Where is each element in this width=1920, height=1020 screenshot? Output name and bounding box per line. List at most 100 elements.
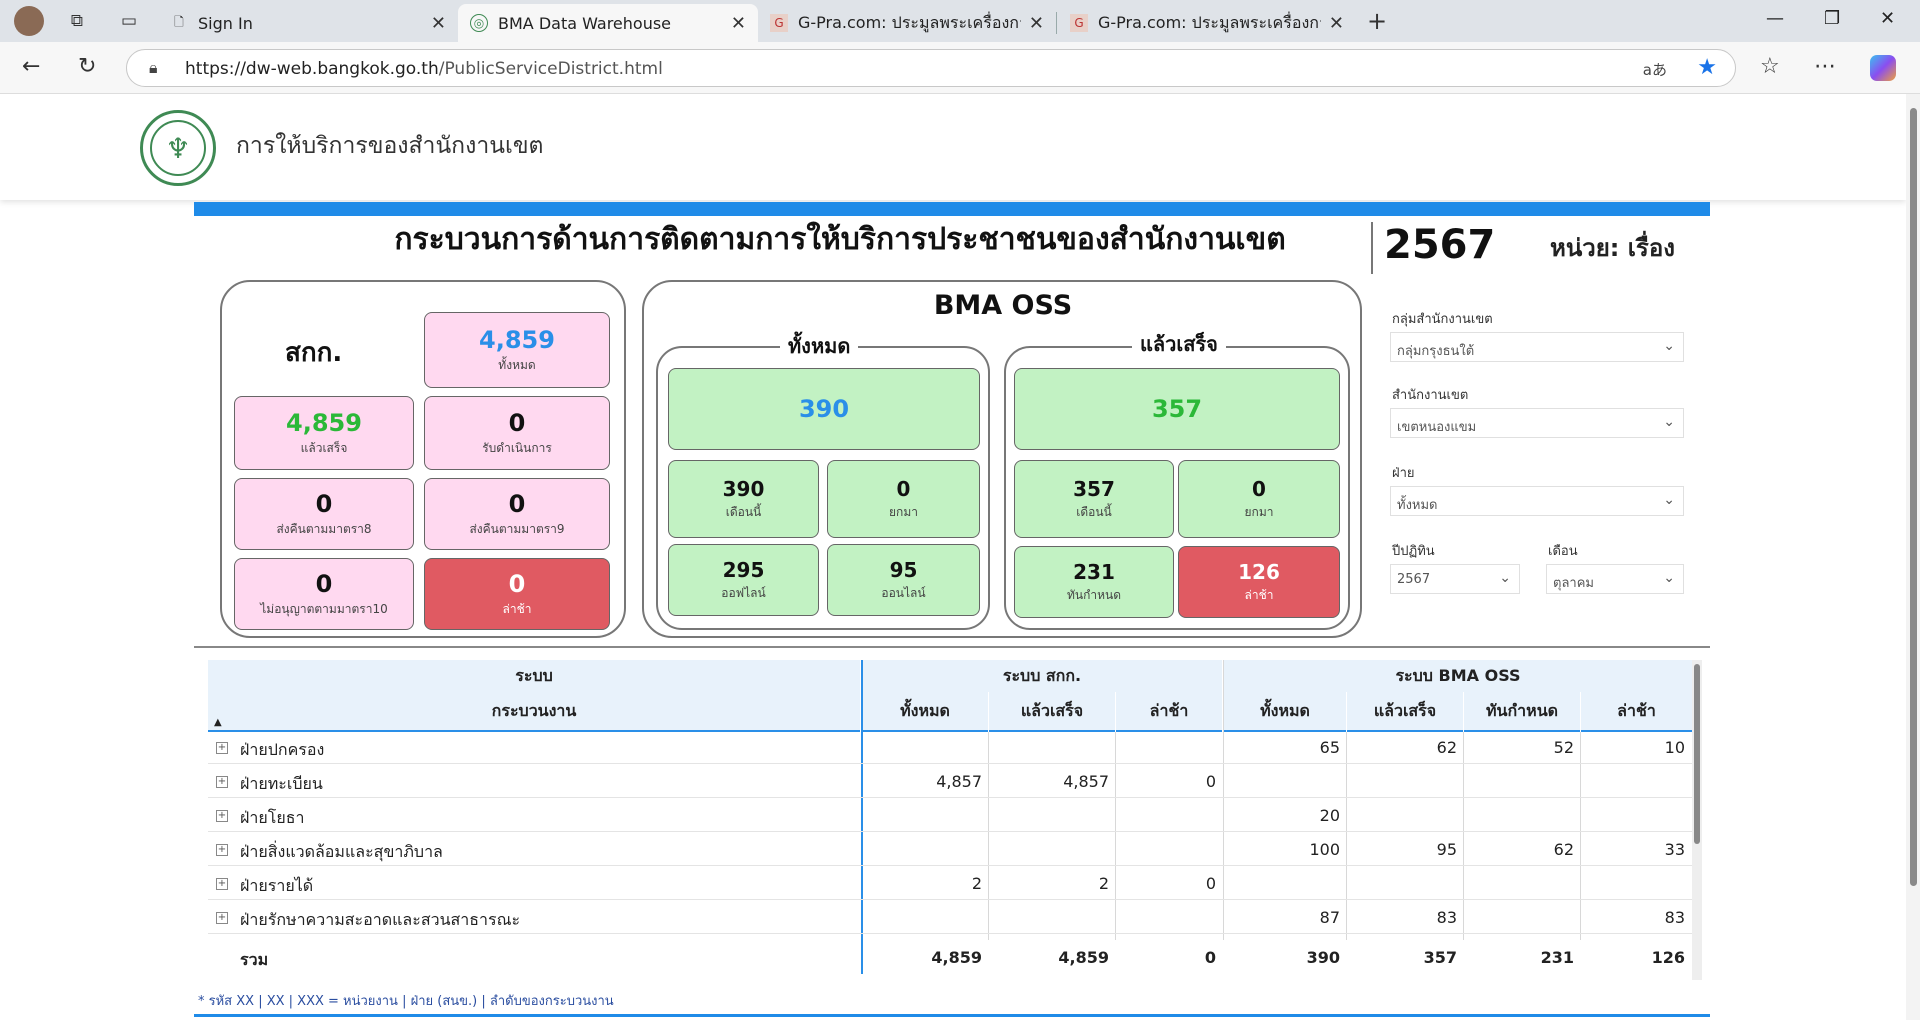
skk-in-progress-card[interactable]: 0 รับดำเนินการ [424,396,610,470]
card-value: 4,859 [479,325,555,354]
tab-title: G-Pra.com: ประมูลพระเครื่องการันตีพระแท้ [798,12,1021,32]
sort-asc-icon[interactable]: ▲ [214,717,222,728]
division-select[interactable]: ทั้งหมด ⌄ [1390,486,1684,516]
skk-total-card[interactable]: 4,859 ทั้งหมด [424,312,610,388]
column-header-skk-total[interactable]: ทั้งหมด [862,692,988,732]
table-row[interactable]: + ฝ่ายรายได้ 2 2 0 [208,868,1692,900]
tab-gpra-2[interactable]: G G-Pra.com: ประมูลพระเครื่องการันตีพระแ… [1058,4,1356,42]
table-scrollbar[interactable] [1692,660,1702,980]
row-name: ฝ่ายรายได้ [240,876,314,895]
oss-all-total-card[interactable]: 390 [668,368,980,450]
column-header-oss-on-time[interactable]: ทันกำหนด [1464,692,1580,732]
url-text: https://dw-web.bangkok.go.th/PublicServi… [185,59,663,79]
oss-all-online-card[interactable]: 95 ออนไลน์ [827,544,980,616]
divider [1371,222,1373,274]
unit-label: หน่วย: เรื่อง [1550,234,1675,262]
fiscal-year-select[interactable]: 2567 ⌄ [1390,564,1520,594]
oss-done-on-time-card[interactable]: 231 ทันกำหนด [1014,546,1174,618]
oss-done-total-card[interactable]: 357 [1014,368,1340,450]
refresh-icon[interactable]: ↻ [78,54,96,79]
skk-done-card[interactable]: 4,859 แล้วเสร็จ [234,396,414,470]
card-label: เดือนนี้ [725,504,762,519]
table-row[interactable]: + ฝ่ายโยธา 20 [208,800,1692,832]
skk-late-card[interactable]: 0 ล่าช้า [424,558,610,630]
card-value: 0 [508,408,526,437]
card-label: แล้วเสร็จ [300,440,348,455]
more-menu-icon[interactable]: ⋯ [1814,54,1836,79]
skk-label: สกก. [285,338,343,368]
bma-logo: ♆ [140,110,216,186]
close-tab-icon[interactable]: ✕ [1329,13,1344,34]
skk-return9-card[interactable]: 0 ส่งคืนตามมาตรา9 [424,478,610,550]
expand-row-icon[interactable]: + [216,810,228,822]
oss-all-carried-card[interactable]: 0 ยกมา [827,460,980,538]
column-header-skk-late[interactable]: ล่าช้า [1116,692,1222,732]
expand-row-icon[interactable]: + [216,912,228,924]
card-value: 0 [315,569,333,598]
tab-actions-icon[interactable]: ▭ [116,9,142,33]
page-scrollbar-thumb[interactable] [1910,108,1917,886]
month-select[interactable]: ตุลาคม ⌄ [1546,564,1684,594]
oss-all-offline-card[interactable]: 295 ออฟไลน์ [668,544,819,616]
favorites-icon[interactable]: ☆ [1760,54,1780,79]
skk-denied10-card[interactable]: 0 ไม่อนุญาตตามมาตรา10 [234,558,414,630]
district-select[interactable]: เขตหนองแขม ⌄ [1390,408,1684,438]
tab-sign-in[interactable]: 🗋 Sign In ✕ [158,4,458,42]
oss-done-late-card[interactable]: 126 ล่าช้า [1178,546,1340,618]
read-aloud-icon[interactable]: aあ [1643,59,1667,80]
table-row[interactable]: + ฝ่ายสิ่งแวดล้อมและสุขาภิบาล 100 95 62 33 [208,834,1692,866]
total-skk-late: 0 [1204,948,1216,967]
table-row[interactable]: + ฝ่ายรักษาความสะอาดและสวนสาธารณะ 87 83 83 [208,902,1692,934]
row-name: ฝ่ายปกครอง [240,740,325,759]
skk-return8-card[interactable]: 0 ส่งคืนตามมาตรา8 [234,478,414,550]
column-header-label: กระบวนงาน [491,700,577,720]
column-header-oss-done[interactable]: แล้วเสร็จ [1347,692,1463,732]
section-divider [194,646,1710,648]
copilot-icon[interactable] [1870,55,1896,81]
expand-row-icon[interactable]: + [216,844,228,856]
restore-icon[interactable]: ❐ [1824,8,1840,29]
card-value: 357 [1073,476,1115,501]
table-row[interactable]: + ฝ่ายทะเบียน 4,857 4,857 0 [208,766,1692,798]
workspaces-icon[interactable]: ⧉ [64,9,90,33]
url-path: /PublicServiceDistrict.html [438,59,663,79]
chevron-down-icon: ⌄ [1663,414,1675,430]
table-cell: 0 [1205,772,1216,791]
new-tab-icon[interactable]: + [1364,7,1390,35]
url-field[interactable]: 🔒︎ https://dw-web.bangkok.go.th/PublicSe… [126,49,1736,87]
expand-row-icon[interactable]: + [216,742,228,754]
card-value: 357 [1151,395,1203,423]
oss-done-carried-card[interactable]: 0 ยกมา [1178,460,1340,538]
oss-all-this-month-card[interactable]: 390 เดือนนี้ [668,460,819,538]
tab-gpra-1[interactable]: G G-Pra.com: ประมูลพระเครื่องการันตีพระแ… [758,4,1056,42]
expand-row-icon[interactable]: + [216,776,228,788]
back-icon[interactable]: ← [22,54,40,79]
column-header-oss-total[interactable]: ทั้งหมด [1224,692,1346,732]
column-header-process[interactable]: กระบวนงาน ▲ [208,692,860,732]
card-value: 390 [798,395,850,423]
lock-icon[interactable]: 🔒︎ [149,58,158,78]
table-cell: 33 [1664,840,1685,859]
total-row: รวม 4,859 4,859 0 390 357 231 126 [208,940,1692,974]
select-value: กลุ่มกรุงธนใต้ [1397,344,1475,359]
tab-bma-data-warehouse[interactable]: ◎ BMA Data Warehouse ✕ [458,4,758,42]
minimize-icon[interactable]: — [1766,8,1784,29]
expand-row-icon[interactable]: + [216,878,228,890]
table-scrollbar-thumb[interactable] [1694,664,1700,844]
column-header-oss-late[interactable]: ล่าช้า [1581,692,1692,732]
close-tab-icon[interactable]: ✕ [1029,13,1044,34]
close-window-icon[interactable]: ✕ [1880,8,1895,29]
table-row[interactable]: + ฝ่ายปกครอง 65 62 52 10 [208,732,1692,764]
district-group-select[interactable]: กลุ่มกรุงธนใต้ ⌄ [1390,332,1684,362]
card-label: ยกมา [1244,504,1274,519]
close-tab-icon[interactable]: ✕ [431,13,446,34]
favorite-star-icon[interactable]: ★ [1697,55,1717,80]
oss-done-this-month-card[interactable]: 357 เดือนนี้ [1014,460,1174,538]
profile-avatar[interactable] [14,6,44,36]
column-header-skk-done[interactable]: แล้วเสร็จ [989,692,1115,732]
group-header-system: ระบบ [208,660,860,692]
close-tab-icon[interactable]: ✕ [731,13,746,34]
total-skk-total: 4,859 [931,948,982,967]
page-scrollbar[interactable] [1906,94,1920,1020]
card-label: ส่งคืนตามมาตรา8 [276,521,372,536]
